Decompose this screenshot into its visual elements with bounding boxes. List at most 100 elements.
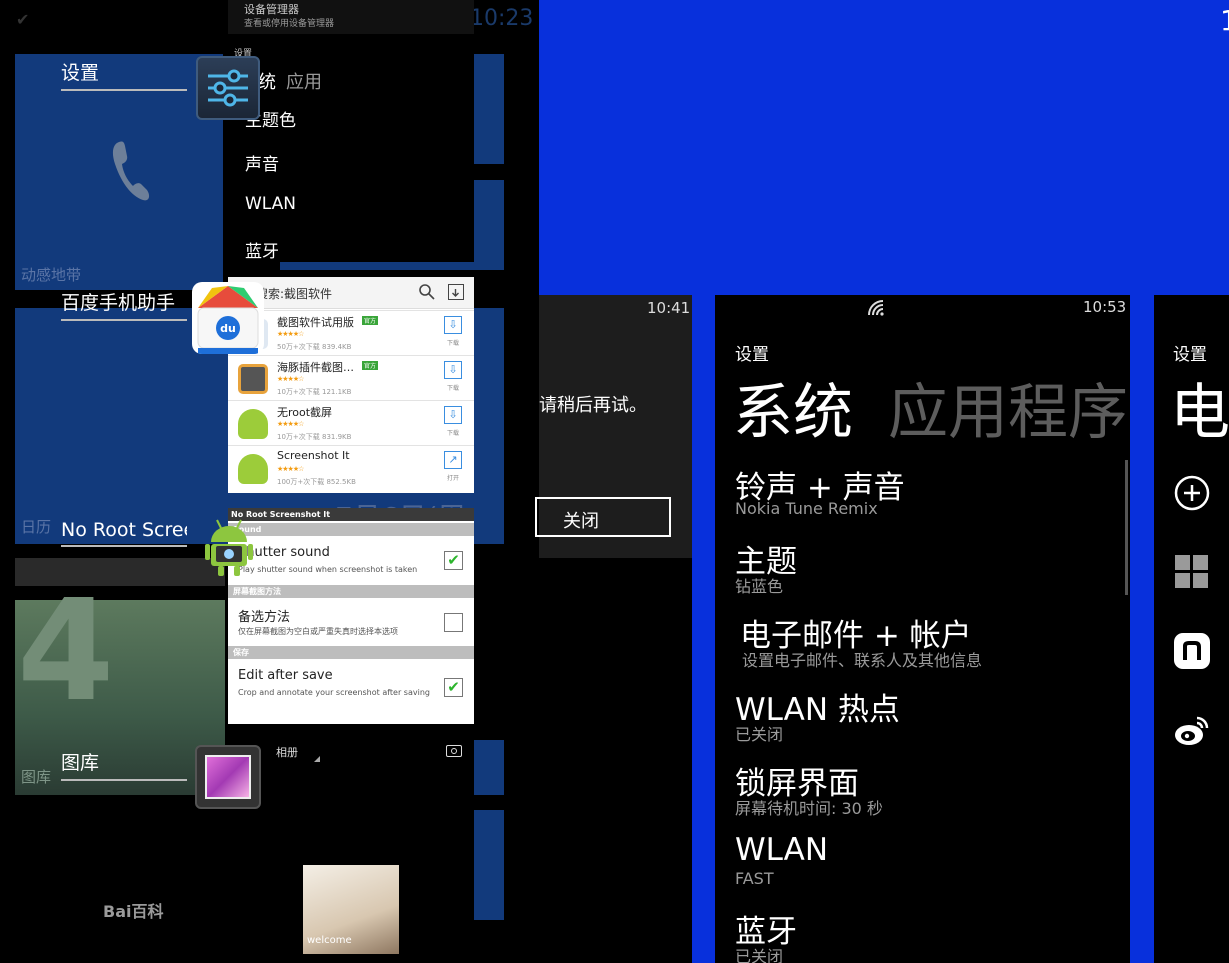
app-meta: 10万+次下载 831.9KB — [277, 433, 352, 441]
section-header-sound: Sound — [228, 523, 474, 536]
settings-item-sound[interactable]: 声音 — [245, 150, 279, 175]
open-icon[interactable]: ↗ — [444, 451, 462, 469]
background-tile-right-1 — [474, 54, 504, 164]
tab-system[interactable]: 统 — [258, 68, 276, 94]
phone-icon — [111, 138, 151, 204]
card2-time: 10:53 — [1083, 298, 1127, 316]
close-button-label: 关闭 — [563, 511, 599, 532]
tab-apps[interactable]: 应用 — [286, 68, 322, 94]
option-desc-shutter: Play shutter sound when screenshot is ta… — [238, 565, 418, 574]
download-manager-icon[interactable] — [448, 284, 464, 300]
wp-item-ringtones-sub: Nokia Tune Remix — [735, 499, 878, 518]
scroll-indicator[interactable] — [1125, 460, 1128, 595]
edit-after-save-checkbox[interactable]: ✔ — [444, 678, 463, 697]
device-admin-subtitle: 查看或停用设备管理器 — [244, 19, 335, 29]
card2-header: 设置 — [735, 345, 769, 365]
dynamic-zone-caption: 动感地带 — [21, 266, 82, 284]
card1-time: 10:41 — [647, 299, 691, 317]
pivot-system[interactable]: 系统 — [733, 364, 853, 451]
rating-stars: ★★★★☆ — [277, 375, 304, 383]
shutter-sound-checkbox[interactable]: ✔ — [444, 551, 463, 570]
wp-accent-background — [539, 0, 1229, 295]
option-desc-edit: Crop and annotate your screenshot after … — [238, 688, 430, 697]
wp-black-bottom-left — [539, 558, 692, 963]
wp-item-wlan-sub: FAST — [735, 869, 774, 888]
dropdown-corner-icon — [314, 756, 320, 762]
download-icon[interactable]: ⇩ — [444, 406, 462, 424]
wp-item-hotspot-sub: 已关闭 — [735, 725, 784, 744]
windows-icon[interactable] — [1173, 553, 1211, 591]
section-header-method: 屏幕截图方法 — [228, 585, 474, 598]
gallery-thumbnail[interactable]: 相册 — [228, 738, 474, 768]
baidu-thumbnail[interactable]: 搜索:截图软件 截图软件试用版 官方 ★★★★☆ 50万+次下载 839.4KB… — [228, 277, 474, 493]
app-name: 无root截屏 — [277, 406, 333, 419]
list-item[interactable]: 无root截屏 ★★★★☆ 10万+次下载 831.9KB ⇩ 下载 — [228, 400, 474, 445]
android-robot-icon — [238, 409, 268, 439]
big-number: 4 — [17, 570, 115, 733]
baidu-task-label[interactable]: 百度手机助手 — [61, 288, 187, 321]
camera-icon[interactable] — [446, 745, 462, 757]
baidu-baike-watermark: Bai百科 — [103, 902, 164, 921]
close-button[interactable]: 关闭 — [535, 497, 671, 537]
svg-text:du: du — [220, 322, 236, 335]
gallery-task-label[interactable]: 图库 — [61, 748, 187, 781]
app-icon — [238, 364, 268, 394]
download-label: 下载 — [446, 385, 459, 392]
option-desc-alternate: 仅在屏幕截图为空白或严重失真时选择本选项 — [238, 627, 398, 636]
baidu-search-text: 搜索:截图软件 — [256, 287, 333, 301]
gallery-app-icon[interactable] — [195, 745, 261, 809]
app-meta: 100万+次下载 852.5KB — [277, 478, 356, 486]
download-icon[interactable]: ⇩ — [444, 316, 462, 334]
list-item[interactable]: 截图软件试用版 官方 ★★★★☆ 50万+次下载 839.4KB ⇩ 下载 — [228, 310, 474, 355]
rating-stars: ★★★★☆ — [277, 330, 304, 338]
noroot-app-icon[interactable] — [203, 516, 255, 578]
pivot-apps[interactable]: 应用程序 — [888, 364, 1130, 451]
android-robot-icon — [238, 454, 268, 484]
app-name: 海豚插件截图… — [277, 361, 354, 374]
noroot-thumbnail[interactable]: No Root Screenshot It Sound Shutter soun… — [228, 508, 474, 724]
background-tile-right-3 — [474, 740, 504, 795]
official-badge: 官方 — [362, 316, 379, 325]
add-circle-icon[interactable] — [1173, 474, 1211, 512]
noroot-task-label[interactable]: No Root Scree — [61, 519, 187, 547]
section-header-save: 保存 — [228, 646, 474, 659]
app-meta: 10万+次下载 121.1KB — [277, 388, 352, 396]
settings-item-bluetooth[interactable]: 蓝牙 — [245, 237, 279, 262]
top-right-digit: 1 — [1220, 4, 1229, 37]
settings-item-wlan[interactable]: WLAN — [245, 194, 296, 214]
download-label: 下载 — [446, 430, 459, 437]
baidu-search-bar[interactable]: 搜索:截图软件 — [228, 277, 474, 309]
list-item[interactable]: 海豚插件截图… 官方 ★★★★☆ 10万+次下载 121.1KB ⇩ 下载 — [228, 355, 474, 400]
card3-header: 设置 — [1173, 345, 1207, 365]
device-admin-title: 设备管理器 — [244, 3, 299, 16]
wp-dialog-card[interactable]: 10:41 请稍后再试。 关闭 — [535, 295, 692, 558]
wp-gap-2 — [692, 295, 715, 963]
open-label: 打开 — [446, 475, 459, 482]
option-title-edit: Edit after save — [238, 668, 333, 683]
gallery-photo-thumbnail[interactable]: welcome — [303, 865, 399, 954]
noroot-titlebar: No Root Screenshot It — [228, 508, 474, 521]
rating-stars: ★★★★☆ — [277, 420, 304, 428]
signal-icon — [866, 298, 886, 318]
list-item[interactable]: Screenshot It ★★★★☆ 100万+次下载 852.5KB ↗ 打… — [228, 445, 474, 490]
album-label: 相册 — [276, 746, 298, 759]
alternate-method-checkbox[interactable] — [444, 613, 463, 632]
calendar-caption: 日历 — [21, 518, 52, 536]
device-admin-header[interactable]: 设备管理器 查看或停用设备管理器 — [228, 0, 474, 34]
wp-item-wlan[interactable]: WLAN — [735, 832, 828, 868]
settings-app-icon[interactable] — [196, 56, 260, 120]
dialog-message: 请稍后再试。 — [539, 395, 647, 416]
search-icon[interactable] — [418, 283, 436, 301]
settings-task-label[interactable]: 设置 — [61, 58, 187, 91]
wp-gap-3 — [1130, 295, 1154, 963]
background-tile-right-4 — [474, 810, 504, 920]
gallery-caption: 图库 — [21, 768, 52, 786]
download-icon[interactable]: ⇩ — [444, 361, 462, 379]
wp-item-email-sub: 设置电子邮件、联系人及其他信息 — [742, 651, 983, 670]
wp-item-theme-sub: 钻蓝色 — [735, 577, 784, 596]
download-label: 下载 — [446, 340, 459, 347]
app-meta: 50万+次下载 839.4KB — [277, 343, 352, 351]
baidu-assistant-icon[interactable]: du — [192, 282, 264, 354]
weibo-icon[interactable] — [1173, 712, 1211, 750]
n-app-icon[interactable] — [1173, 632, 1211, 670]
